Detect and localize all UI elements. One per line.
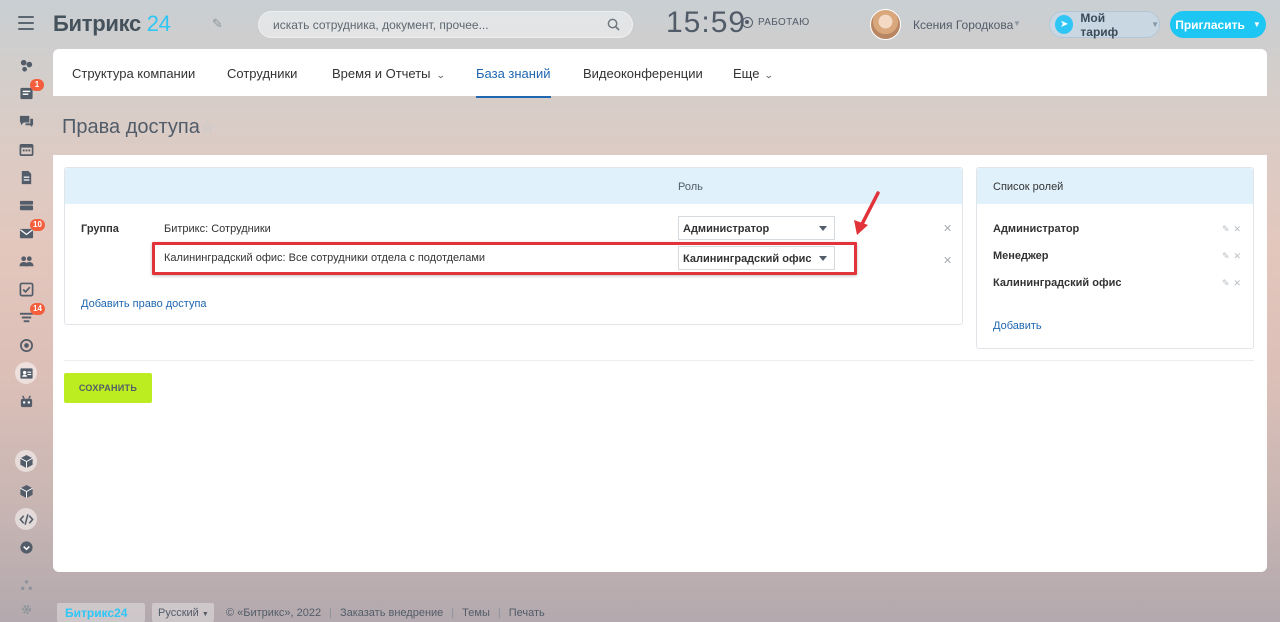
separator: | [497,606,501,619]
access-row-name: Калининградский офис: Все сотрудники отд… [164,252,486,264]
role-select[interactable]: Калининградский офис [678,246,835,270]
divider [64,360,1254,361]
user-name[interactable]: Ксения Городкова [913,18,1013,32]
tab-company-structure[interactable]: Структура компании [72,66,195,81]
contacts-icon[interactable] [15,362,37,384]
work-status-label: РАБОТАЮ [758,17,810,28]
mail-icon[interactable]: 10 [17,219,45,242]
tab-employees[interactable]: Сотрудники [227,66,297,81]
roles-list-title: Список ролей [977,168,1253,204]
chevron-down-icon: ▼ [1252,20,1261,29]
role-edit-delete-icons[interactable]: ✎✕ [1222,224,1245,235]
remove-icon[interactable]: ✕ [943,222,952,235]
notification-badge: 10 [30,219,45,231]
avatar[interactable] [870,9,901,40]
tab-time-reports[interactable]: Время и Отчеты ⌄ [332,66,446,81]
invite-label: Пригласить [1175,17,1245,32]
role-item: Калининградский офис [993,277,1122,289]
cube-icon[interactable] [17,482,35,500]
save-button[interactable]: СОХРАНИТЬ [64,373,152,403]
search-input[interactable] [273,17,593,33]
tasks-icon[interactable] [17,280,35,298]
footer: Битрикс24 Русский ▼ © «Битрикс», 2022 | … [57,603,545,622]
documents-icon[interactable] [17,168,35,186]
role-item: Администратор [993,223,1080,235]
widget-icon[interactable] [17,56,35,74]
tab-more[interactable]: Еще ⌄ [733,66,775,81]
logo-text: Битрикс [53,11,141,36]
group-label: Группа [81,223,119,235]
invite-button[interactable]: Пригласить ▼ [1170,11,1266,38]
role-item: Менеджер [993,250,1049,262]
tab-more-label: Еще [733,66,760,81]
separator: | [329,606,332,619]
add-role-link[interactable]: Добавить [993,320,1042,332]
gear-icon[interactable] [17,600,35,618]
add-access-right-link[interactable]: Добавить право доступа [81,298,207,310]
role-select-value: Калининградский офис [683,253,812,265]
main-content: Роль Группа Битрикс: Сотрудники Админист… [53,155,1267,572]
chevron-down-icon: ▼ [201,611,209,618]
chevron-down-icon: ⌄ [764,70,775,80]
search-box[interactable] [258,11,633,38]
tab-video-conferences[interactable]: Видеоконференции [583,66,703,81]
rocket-icon: ➤ [1055,15,1074,34]
chevron-down-icon: ▼ [1151,20,1159,29]
star-icon[interactable]: ☆ [200,118,215,138]
footer-logo[interactable]: Битрикс24 [57,603,145,622]
copyright: © «Битрикс», 2022 [226,606,322,619]
tariff-label: Мой тариф [1080,10,1119,39]
record-icon [742,17,753,28]
role-edit-delete-icons[interactable]: ✎✕ [1222,251,1245,262]
top-header: Битрикс 24 ✎ 15:59 РАБОТАЮ Ксения Городк… [0,0,1280,48]
role-column-header: Роль [678,181,703,193]
logo-number: 24 [146,11,171,36]
dropdown-arrow-icon [819,256,827,261]
menu-icon[interactable] [18,16,34,30]
top-tabs: Структура компании Сотрудники Время и От… [53,49,1267,98]
code-icon[interactable] [15,508,37,530]
tab-knowledge-base[interactable]: База знаний [476,66,551,98]
more-icon[interactable] [17,538,35,556]
language-label: Русский [158,607,199,619]
feed-icon[interactable]: 1 [17,79,44,102]
print-link[interactable]: Печать [509,607,545,619]
logo[interactable]: Битрикс 24 [53,11,171,37]
employees-icon[interactable] [17,252,35,270]
order-implementation-link[interactable]: Заказать внедрение [340,607,443,619]
clock: 15:59 [666,6,747,39]
notification-badge: 1 [30,79,44,91]
tab-time-reports-label: Время и Отчеты [332,66,431,81]
robot-icon[interactable] [17,392,35,410]
dropdown-arrow-icon [819,226,827,231]
remove-icon[interactable]: ✕ [943,254,952,267]
page-title: Права доступа [62,116,200,138]
themes-link[interactable]: Темы [462,607,490,619]
tariff-button[interactable]: ➤ Мой тариф ▼ [1049,10,1160,39]
crm-icon[interactable]: 14 [17,303,45,326]
chevron-down-icon[interactable]: ▼ [1013,19,1021,28]
structure-icon[interactable] [17,576,35,594]
role-select-value: Администратор [683,223,770,235]
table-header: Роль [65,168,962,204]
notification-badge: 14 [30,303,45,315]
drive-icon[interactable] [17,196,35,214]
chat-icon[interactable] [17,112,35,130]
box-icon[interactable] [15,450,37,472]
chevron-down-icon: ⌄ [435,70,446,80]
calendar-icon[interactable] [17,140,35,158]
access-rights-table: Роль Группа Битрикс: Сотрудники Админист… [64,167,963,325]
search-icon[interactable] [607,18,620,31]
roles-list: Список ролей Администратор ✎✕ Менеджер ✎… [976,167,1254,349]
role-edit-delete-icons[interactable]: ✎✕ [1222,278,1245,289]
work-status[interactable]: РАБОТАЮ [742,17,810,28]
target-icon[interactable] [17,336,35,354]
language-select[interactable]: Русский ▼ [152,603,214,622]
role-select[interactable]: Администратор [678,216,835,240]
left-sidebar: 1 10 14 [0,48,52,622]
access-row-name: Битрикс: Сотрудники [164,223,271,235]
separator: | [451,606,455,619]
edit-icon[interactable]: ✎ [212,16,223,32]
